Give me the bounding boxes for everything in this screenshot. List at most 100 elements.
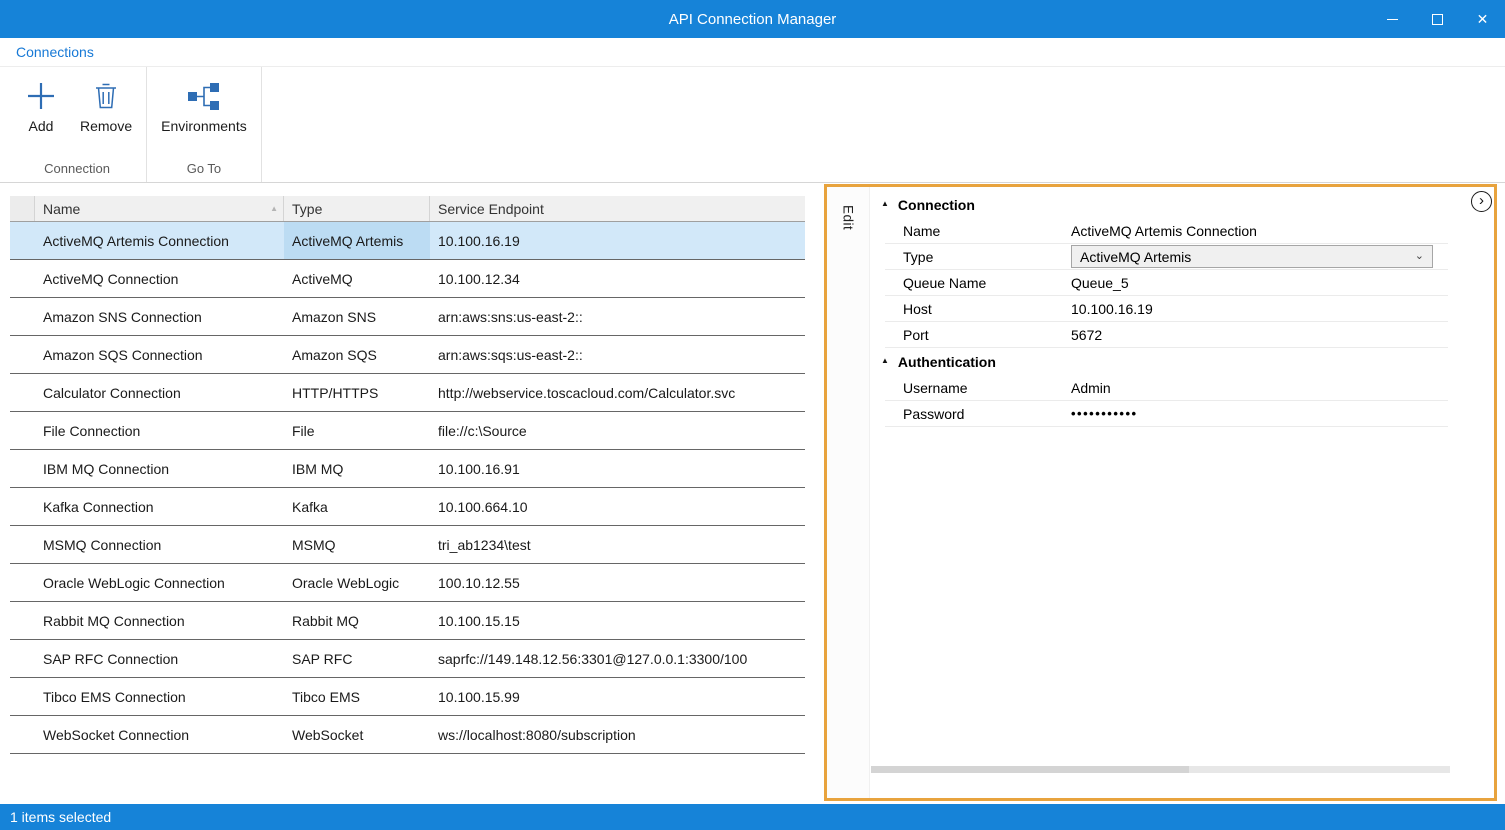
tab-connections[interactable]: Connections (16, 44, 94, 60)
window-controls: ✕ (1370, 0, 1505, 38)
row-endpoint-cell: 100.10.12.55 (430, 564, 805, 601)
field-label: Username (885, 380, 1071, 396)
row-selector-cell (10, 716, 35, 753)
edit-field-row: Name ActiveMQ Artemis Connection ⌄ (885, 218, 1448, 244)
field-value[interactable]: Queue_5 ⌄ (1071, 270, 1448, 295)
close-button[interactable]: ✕ (1460, 0, 1505, 38)
environments-button[interactable]: Environments (151, 73, 257, 138)
row-name-cell: ActiveMQ Artemis Connection (35, 222, 284, 259)
minimize-icon (1387, 19, 1398, 20)
edit-field-row: Host 10.100.16.19 ⌄ (885, 296, 1448, 322)
row-type-cell: Rabbit MQ (284, 602, 430, 639)
environments-icon (187, 77, 221, 115)
row-name-cell: Kafka Connection (35, 488, 284, 525)
row-selector-cell (10, 564, 35, 601)
field-value[interactable]: ••••••••••• ⌄ (1071, 401, 1448, 426)
plus-icon (25, 77, 57, 115)
row-type-cell: Tibco EMS (284, 678, 430, 715)
row-name-cell: WebSocket Connection (35, 716, 284, 753)
ribbon-group-label-goto: Go To (151, 161, 257, 182)
section-header[interactable]: ▲ Connection (871, 191, 1490, 218)
table-row[interactable]: File Connection File file://c:\Source (10, 412, 805, 450)
environments-button-label: Environments (161, 118, 247, 134)
row-selector-cell (10, 336, 35, 373)
row-endpoint-cell: 10.100.15.15 (430, 602, 805, 639)
row-selector-cell (10, 412, 35, 449)
row-selector-cell (10, 526, 35, 563)
section-header[interactable]: ▲ Authentication (871, 348, 1490, 375)
table-row[interactable]: SAP RFC Connection SAP RFC saprfc://149.… (10, 640, 805, 678)
row-selector-cell (10, 450, 35, 487)
edit-section: ▲ Connection Name ActiveMQ Artemis Conne… (871, 191, 1490, 348)
collapse-panel-button[interactable]: › (1471, 191, 1492, 212)
edit-panel-side-tab[interactable]: Edit (827, 187, 870, 798)
section-fields: Username Admin ⌄ Password ••••••••••• ⌄ (871, 375, 1490, 427)
field-value[interactable]: Admin ⌄ (1071, 375, 1448, 400)
maximize-icon (1432, 14, 1443, 25)
field-label: Queue Name (885, 275, 1071, 291)
ribbon-group-goto: Environments Go To (147, 67, 262, 182)
table-row[interactable]: MSMQ Connection MSMQ tri_ab1234\test (10, 526, 805, 564)
scrollbar-thumb[interactable] (871, 766, 1189, 773)
field-value[interactable]: 10.100.16.19 ⌄ (1071, 296, 1448, 321)
horizontal-scrollbar[interactable] (871, 766, 1450, 773)
table-row[interactable]: Kafka Connection Kafka 10.100.664.10 (10, 488, 805, 526)
header-type[interactable]: Type (284, 196, 430, 221)
row-selector-cell (10, 222, 35, 259)
row-type-cell: Amazon SQS (284, 336, 430, 373)
table-row[interactable]: Amazon SNS Connection Amazon SNS arn:aws… (10, 298, 805, 336)
row-endpoint-cell: arn:aws:sqs:us-east-2:: (430, 336, 805, 373)
row-type-cell: File (284, 412, 430, 449)
field-value[interactable]: ActiveMQ Artemis ⌄ (1071, 245, 1433, 268)
field-value[interactable]: 5672 ⌄ (1071, 322, 1448, 347)
row-endpoint-cell: http://webservice.toscacloud.com/Calcula… (430, 374, 805, 411)
row-type-cell: SAP RFC (284, 640, 430, 677)
table-row[interactable]: WebSocket Connection WebSocket ws://loca… (10, 716, 805, 754)
remove-button[interactable]: Remove (70, 73, 142, 138)
add-button[interactable]: Add (12, 73, 70, 138)
edit-sections: ▲ Connection Name ActiveMQ Artemis Conne… (871, 191, 1490, 427)
row-type-cell: Amazon SNS (284, 298, 430, 335)
ribbon-tab-row: Connections (0, 38, 1505, 67)
maximize-button[interactable] (1415, 0, 1460, 38)
table-row[interactable]: Rabbit MQ Connection Rabbit MQ 10.100.15… (10, 602, 805, 640)
minimize-button[interactable] (1370, 0, 1415, 38)
row-name-cell: MSMQ Connection (35, 526, 284, 563)
row-type-cell: Kafka (284, 488, 430, 525)
table-row[interactable]: Tibco EMS Connection Tibco EMS 10.100.15… (10, 678, 805, 716)
row-selector-cell (10, 602, 35, 639)
header-endpoint[interactable]: Service Endpoint (430, 196, 805, 221)
table-row[interactable]: ActiveMQ Connection ActiveMQ 10.100.12.3… (10, 260, 805, 298)
field-label: Host (885, 301, 1071, 317)
table-row[interactable]: ActiveMQ Artemis Connection ActiveMQ Art… (10, 222, 805, 260)
section-title: Authentication (898, 354, 996, 370)
row-type-cell: HTTP/HTTPS (284, 374, 430, 411)
row-endpoint-cell: 10.100.15.99 (430, 678, 805, 715)
chevron-right-icon: › (1479, 193, 1484, 208)
field-label: Type (885, 249, 1071, 265)
row-endpoint-cell: saprfc://149.148.12.56:3301@127.0.0.1:33… (430, 640, 805, 677)
row-endpoint-cell: 10.100.16.91 (430, 450, 805, 487)
close-icon: ✕ (1477, 12, 1489, 26)
row-name-cell: ActiveMQ Connection (35, 260, 284, 297)
row-type-cell: IBM MQ (284, 450, 430, 487)
edit-panel-side-label: Edit (841, 187, 856, 798)
row-selector-cell (10, 260, 35, 297)
row-selector-cell (10, 488, 35, 525)
row-selector-cell (10, 678, 35, 715)
ribbon-group-label-connection: Connection (12, 161, 142, 182)
row-name-cell: Oracle WebLogic Connection (35, 564, 284, 601)
table-row[interactable]: IBM MQ Connection IBM MQ 10.100.16.91 (10, 450, 805, 488)
field-value[interactable]: ActiveMQ Artemis Connection ⌄ (1071, 218, 1448, 243)
field-label: Password (885, 406, 1071, 422)
table-row[interactable]: Amazon SQS Connection Amazon SQS arn:aws… (10, 336, 805, 374)
trash-icon (93, 77, 119, 115)
status-text: 1 items selected (10, 809, 111, 825)
table-row[interactable]: Calculator Connection HTTP/HTTPS http://… (10, 374, 805, 412)
header-name[interactable]: Name ▲ (35, 196, 284, 221)
table-header: Name ▲ Type Service Endpoint (10, 196, 805, 222)
row-name-cell: Tibco EMS Connection (35, 678, 284, 715)
ribbon-group-connection: Add Remove Connection (8, 67, 147, 182)
field-label: Name (885, 223, 1071, 239)
table-row[interactable]: Oracle WebLogic Connection Oracle WebLog… (10, 564, 805, 602)
